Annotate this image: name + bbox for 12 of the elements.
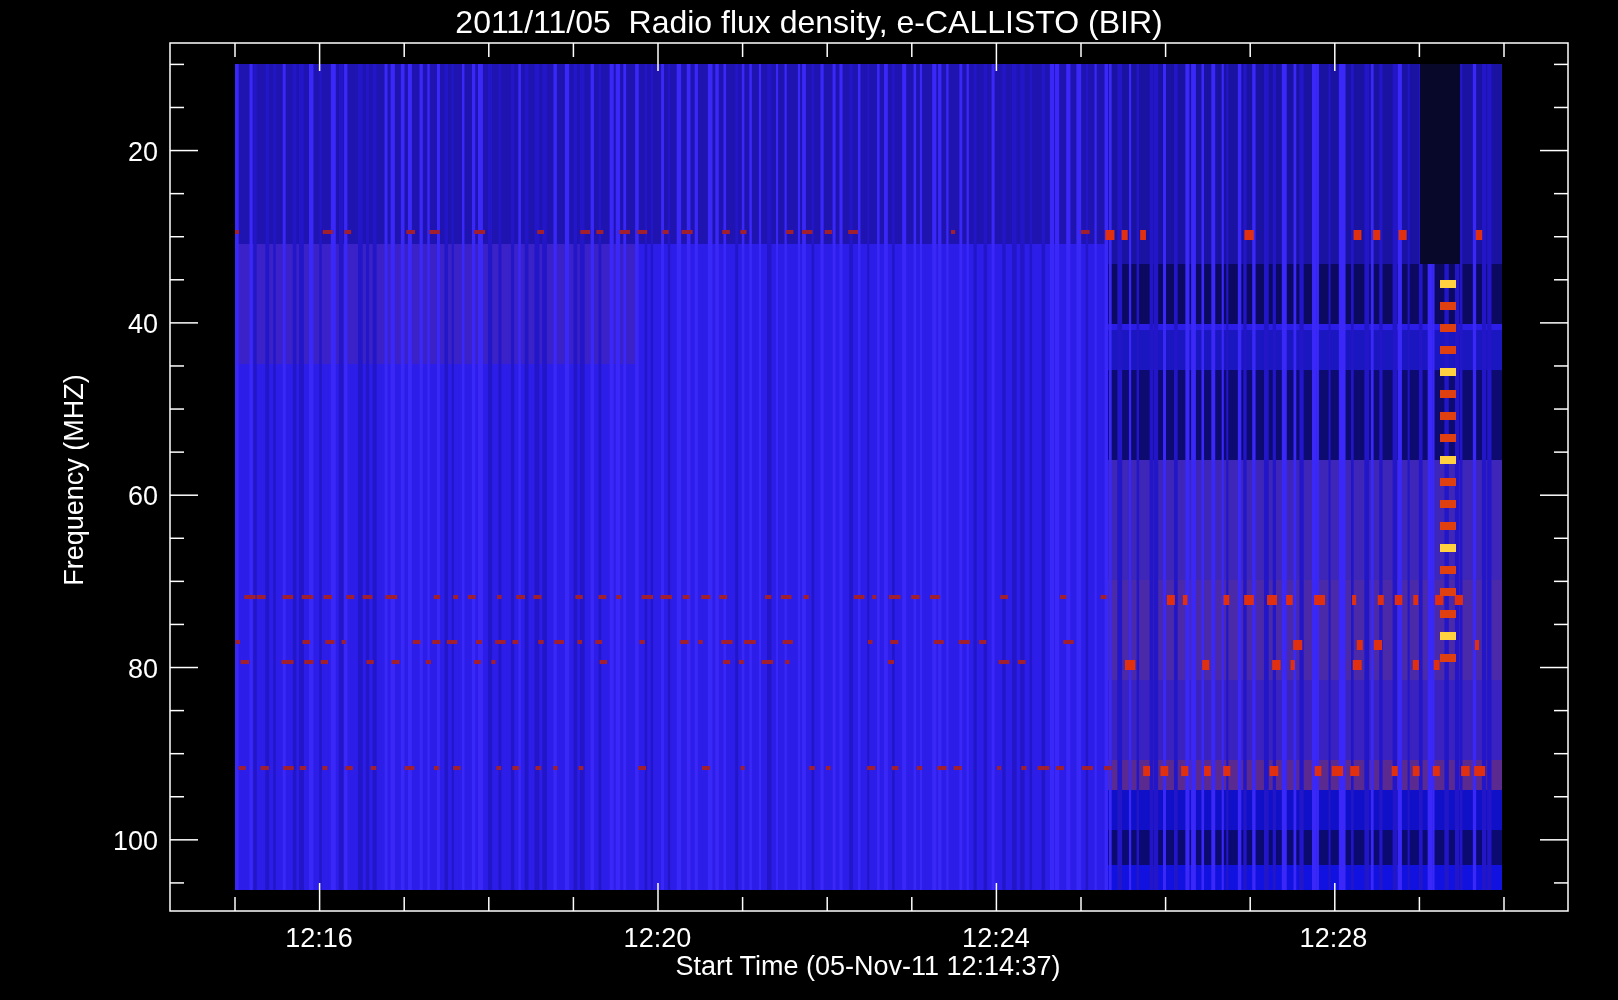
x-axis-label: Start Time (05-Nov-11 12:14:37) bbox=[675, 951, 1061, 981]
y-tick-label: 100 bbox=[112, 826, 158, 856]
x-tick-label: 12:24 bbox=[962, 923, 1030, 953]
y-tick-label: 20 bbox=[127, 136, 158, 167]
y-axis-label: Frequency (MHZ) bbox=[59, 374, 89, 586]
x-tick-label: 12:20 bbox=[623, 923, 692, 953]
x-tick-label: 12:16 bbox=[285, 923, 353, 953]
chart-title: 2011/11/05 Radio flux density, e-CALLISTO (BIR) bbox=[455, 4, 1163, 40]
y-tick-label: 60 bbox=[127, 481, 158, 512]
x-tick-label: 12:28 bbox=[1299, 923, 1368, 953]
y-tick-label: 80 bbox=[127, 653, 158, 684]
y-tick-label: 40 bbox=[127, 309, 158, 339]
